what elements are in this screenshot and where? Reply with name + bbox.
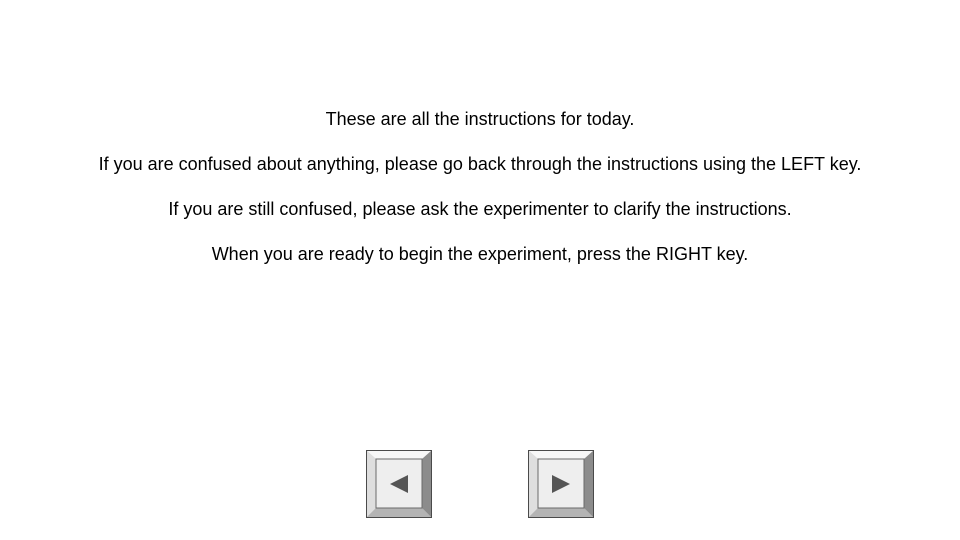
instruction-line-2: If you are confused about anything, plea… <box>98 154 862 174</box>
instructions-text: These are all the instructions for today… <box>80 108 880 288</box>
right-arrow-key[interactable] <box>528 450 594 518</box>
instruction-line-3: If you are still confused, please ask th… <box>168 199 792 219</box>
right-arrow-key-icon <box>528 450 594 518</box>
left-arrow-key-icon <box>366 450 432 518</box>
left-arrow-key[interactable] <box>366 450 432 518</box>
instruction-line-4: When you are ready to begin the experime… <box>211 244 749 264</box>
instruction-line-1: These are all the instructions for today… <box>325 109 635 129</box>
